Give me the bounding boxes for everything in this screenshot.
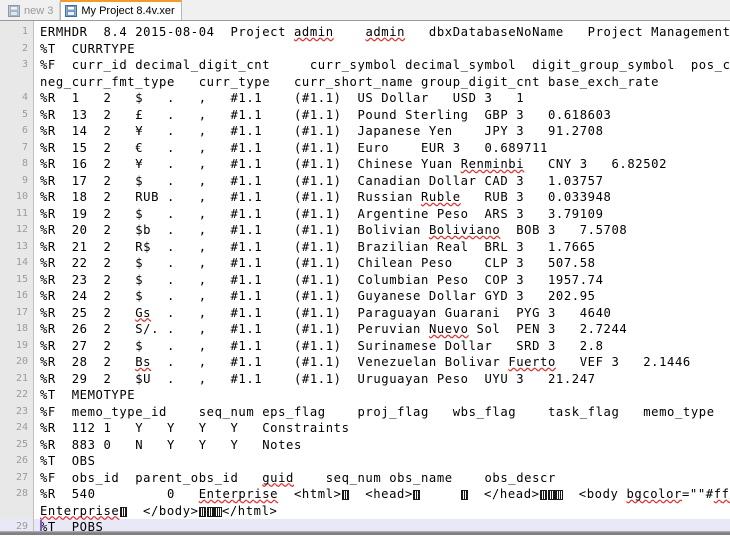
- line-number: 10: [15, 191, 28, 202]
- code-line[interactable]: %R 29 2 $U . , #1.1 (#1.1) Uruguayan Pes…: [40, 371, 730, 388]
- tab-label: My Project 8.4v.xer: [81, 4, 175, 17]
- line-number: 20: [15, 356, 28, 367]
- unprintable-char-glyph: [119, 506, 127, 517]
- unprintable-char-glyph: [214, 506, 222, 517]
- line-number: 2: [21, 42, 28, 54]
- file-document-icon: [65, 5, 78, 17]
- unprintable-char-glyph: [413, 490, 421, 500]
- line-number: 1: [21, 26, 28, 37]
- line-number: 5: [21, 108, 28, 120]
- unprintable-char-glyph: [206, 506, 214, 517]
- tab-my-project-xer[interactable]: My Project 8.4v.xer: [60, 0, 182, 20]
- line-number: 21: [15, 372, 28, 384]
- code-line[interactable]: %R 14 2 ¥ . , #1.1 (#1.1) Japanese Yen J…: [40, 123, 730, 140]
- line-number: 19: [15, 339, 28, 351]
- code-line[interactable]: %R 16 2 ¥ . , #1.1 (#1.1) Chinese Yuan R…: [40, 156, 730, 173]
- line-number: 12: [15, 224, 28, 235]
- line-number: 24: [15, 422, 28, 433]
- code-line[interactable]: %F curr_id decimal_digit_cnt curr_symbol…: [40, 57, 730, 74]
- line-number: 9: [21, 174, 28, 186]
- line-number: 18: [15, 323, 28, 334]
- code-line[interactable]: %T OBS: [40, 453, 730, 470]
- code-line[interactable]: %R 13 2 £ . , #1.1 (#1.1) Pound Sterling…: [40, 107, 730, 124]
- unprintable-char-glyph: [539, 490, 548, 500]
- code-line[interactable]: %R 883 0 N Y Y Y Notes: [40, 437, 730, 454]
- tab-new-3[interactable]: new 3: [4, 2, 61, 20]
- line-number: 17: [15, 306, 28, 318]
- line-number-wrapped: [0, 74, 33, 91]
- unprintable-char-glyph: [547, 490, 555, 500]
- line-number-gutter: 123 4 5 6 7 8 9 10 11 12 13 14 15 16 17 18 19 20 21 22 23 24…: [0, 21, 34, 533]
- line-number: 11: [15, 207, 28, 219]
- line-number: 4: [21, 92, 28, 103]
- code-line[interactable]: ERMHDR 8.4 2015-08-04 Project admin admi…: [40, 24, 730, 41]
- line-number: 22: [15, 389, 28, 400]
- unprintable-char-glyph: [460, 490, 468, 500]
- code-line[interactable]: %R 540 0 Enterprise <html> <head> </head…: [40, 486, 730, 503]
- code-line[interactable]: %R 22 2 $ . , #1.1 (#1.1) Chilean Peso C…: [40, 255, 730, 272]
- tab-bar: new 3 My Project 8.4v.xer: [0, 0, 730, 21]
- code-line[interactable]: %R 24 2 $ . , #1.1 (#1.1) Guyanese Dolla…: [40, 288, 730, 305]
- unprintable-char-glyph: [198, 506, 207, 517]
- code-line[interactable]: %R 18 2 RUB . , #1.1 (#1.1) Russian Rubl…: [40, 189, 730, 206]
- line-number: 25: [15, 438, 28, 450]
- editor-bottom-edge: [0, 531, 730, 533]
- unprintable-char-glyph: [341, 490, 350, 500]
- code-line[interactable]: %R 17 2 $ . , #1.1 (#1.1) Canadian Dolla…: [40, 173, 730, 190]
- code-line[interactable]: %F memo_type_id seq_num eps_flag proj_fl…: [40, 404, 730, 421]
- code-line[interactable]: %F obs_id parent_obs_id guid seq_num obs…: [40, 470, 730, 487]
- line-numbers-list: 123 4 5 6 7 8 9 10 11 12 13 14 15 16 17 18 19 20 21 22 23 24…: [0, 24, 33, 533]
- code-line[interactable]: %R 112 1 Y Y Y Y Constraints: [40, 420, 730, 437]
- code-line[interactable]: %R 1 2 $ . , #1.1 (#1.1) US Dollar USD 3…: [40, 90, 730, 107]
- line-number-wrapped: [0, 503, 33, 520]
- line-number: 8: [21, 158, 28, 169]
- text-editor[interactable]: 123 4 5 6 7 8 9 10 11 12 13 14 15 16 17 18 19 20 21 22 23 24…: [0, 21, 730, 535]
- file-document-icon: [8, 5, 20, 17]
- line-number: 23: [15, 405, 28, 417]
- line-number: 14: [15, 257, 28, 268]
- line-number: 16: [15, 290, 28, 301]
- line-number: 28: [15, 488, 28, 499]
- line-number: 27: [15, 471, 28, 483]
- code-line[interactable]: %R 26 2 S/. . , #1.1 (#1.1) Peruvian Nue…: [40, 321, 730, 338]
- code-line[interactable]: %R 28 2 Bs . , #1.1 (#1.1) Venezuelan Bo…: [40, 354, 730, 371]
- code-line[interactable]: %T CURRTYPE: [40, 41, 730, 58]
- code-line[interactable]: %R 25 2 Gs . , #1.1 (#1.1) Paraguayan Gu…: [40, 305, 730, 322]
- code-line[interactable]: %R 21 2 R$ . , #1.1 (#1.1) Brazilian Rea…: [40, 239, 730, 256]
- code-line[interactable]: %T MEMOTYPE: [40, 387, 730, 404]
- code-line[interactable]: Enterprise </body> </html>: [40, 503, 730, 520]
- code-line[interactable]: %R 15 2 € . , #1.1 (#1.1) Euro EUR 3 0.6…: [40, 140, 730, 157]
- code-line[interactable]: neg_curr_fmt_type curr_type curr_short_n…: [40, 74, 730, 91]
- code-line[interactable]: %R 27 2 $ . , #1.1 (#1.1) Surinamese Dol…: [40, 338, 730, 355]
- line-number: 3: [21, 59, 28, 70]
- line-number: 13: [15, 240, 28, 252]
- line-number: 7: [21, 141, 28, 153]
- code-line[interactable]: %R 23 2 $ . , #1.1 (#1.1) Columbian Peso…: [40, 272, 730, 289]
- line-number: 26: [15, 455, 28, 466]
- line-number: 15: [15, 273, 28, 285]
- code-line[interactable]: %R 20 2 $b . , #1.1 (#1.1) Bolivian Boli…: [40, 222, 730, 239]
- unprintable-char-glyph: [555, 490, 563, 500]
- line-number: 6: [21, 125, 28, 136]
- code-area[interactable]: ERMHDR 8.4 2015-08-04 Project admin admi…: [34, 21, 730, 533]
- code-line[interactable]: %R 19 2 $ . , #1.1 (#1.1) Argentine Peso…: [40, 206, 730, 223]
- tab-label: new 3: [24, 4, 54, 17]
